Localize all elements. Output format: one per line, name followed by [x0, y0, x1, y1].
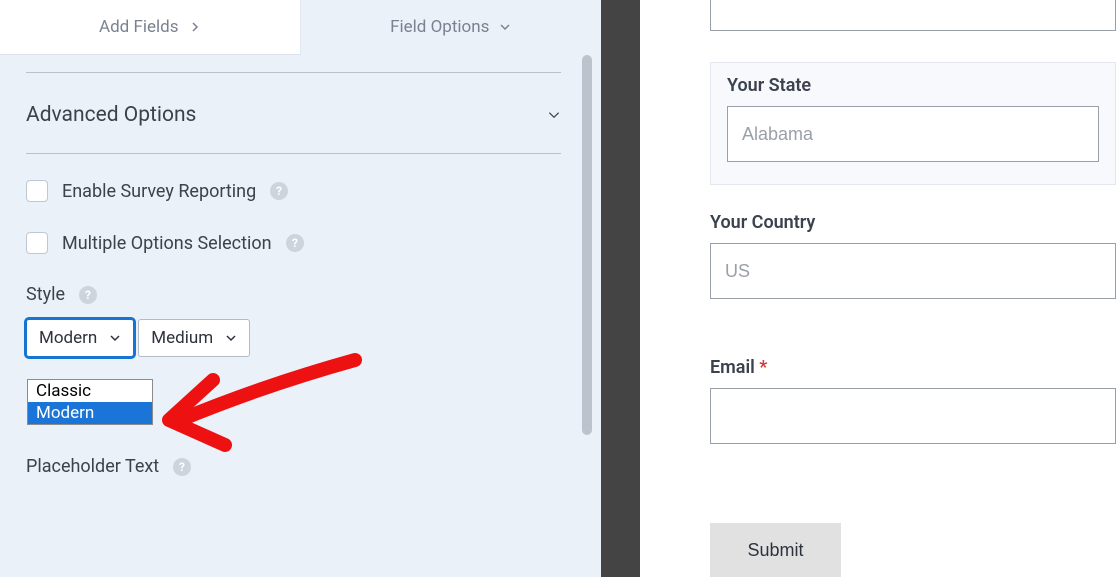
enable-survey-checkbox[interactable] [26, 180, 48, 202]
scrollbar-thumb[interactable] [582, 55, 592, 435]
panel-tabs: Add Fields Field Options [0, 0, 601, 54]
chevron-right-icon [189, 21, 201, 33]
svg-text:?: ? [85, 288, 91, 302]
help-icon[interactable]: ? [286, 234, 304, 252]
state-label: Your State [727, 75, 1099, 96]
builder-left-panel: Add Fields Field Options Advanced Option… [0, 0, 601, 577]
size-select[interactable]: Medium [138, 319, 250, 357]
style-label-row: Style ? [26, 284, 561, 305]
preview-field-country: Your Country [710, 212, 1116, 299]
placeholder-label-row: Placeholder Text ? [26, 456, 561, 477]
tab-field-options[interactable]: Field Options [301, 0, 602, 54]
chevron-down-icon [499, 21, 511, 33]
pane-divider [601, 0, 640, 577]
country-label: Your Country [710, 212, 1116, 233]
preview-field-top [710, 0, 1116, 31]
preview-field-email: Email * [710, 357, 1116, 444]
tab-field-options-label: Field Options [390, 17, 489, 37]
chevron-down-icon [225, 332, 237, 344]
panel-scrollbar[interactable] [585, 0, 597, 577]
preview-input-top[interactable] [710, 0, 1116, 31]
preview-field-state[interactable]: Your State [710, 62, 1116, 185]
style-dropdown-list: Classic Modern [27, 379, 153, 425]
style-option-modern[interactable]: Modern [28, 402, 152, 424]
divider [26, 153, 561, 154]
advanced-options-header[interactable]: Advanced Options [26, 73, 561, 153]
chevron-down-icon [109, 332, 121, 344]
svg-text:?: ? [292, 236, 298, 250]
multiple-options-row: Multiple Options Selection ? [26, 232, 561, 254]
style-label: Style [26, 284, 65, 305]
submit-button[interactable]: Submit [710, 523, 841, 577]
style-option-classic[interactable]: Classic [28, 380, 152, 402]
svg-text:?: ? [276, 184, 282, 198]
email-input[interactable] [710, 388, 1116, 444]
multiple-options-checkbox[interactable] [26, 232, 48, 254]
style-select[interactable]: Modern [26, 319, 134, 357]
email-label-text: Email [710, 357, 755, 378]
style-select-value: Modern [39, 328, 97, 348]
placeholder-text-label: Placeholder Text [26, 456, 159, 477]
form-preview: Your State Your Country Email * Submit [640, 0, 1116, 577]
help-icon[interactable]: ? [270, 182, 288, 200]
multiple-options-label: Multiple Options Selection [62, 233, 272, 254]
size-select-value: Medium [151, 328, 213, 348]
svg-text:?: ? [179, 460, 185, 474]
tab-add-fields[interactable]: Add Fields [0, 0, 301, 54]
country-input[interactable] [710, 243, 1116, 299]
chevron-down-icon [547, 108, 561, 122]
submit-button-label: Submit [747, 540, 803, 561]
enable-survey-label: Enable Survey Reporting [62, 181, 256, 202]
email-label: Email * [710, 357, 1116, 378]
state-input[interactable] [727, 106, 1099, 162]
help-icon[interactable]: ? [79, 286, 97, 304]
help-icon[interactable]: ? [173, 458, 191, 476]
enable-survey-row: Enable Survey Reporting ? [26, 180, 561, 202]
advanced-options-title: Advanced Options [26, 103, 196, 127]
tab-add-fields-label: Add Fields [99, 17, 179, 37]
required-asterisk: * [759, 357, 767, 378]
